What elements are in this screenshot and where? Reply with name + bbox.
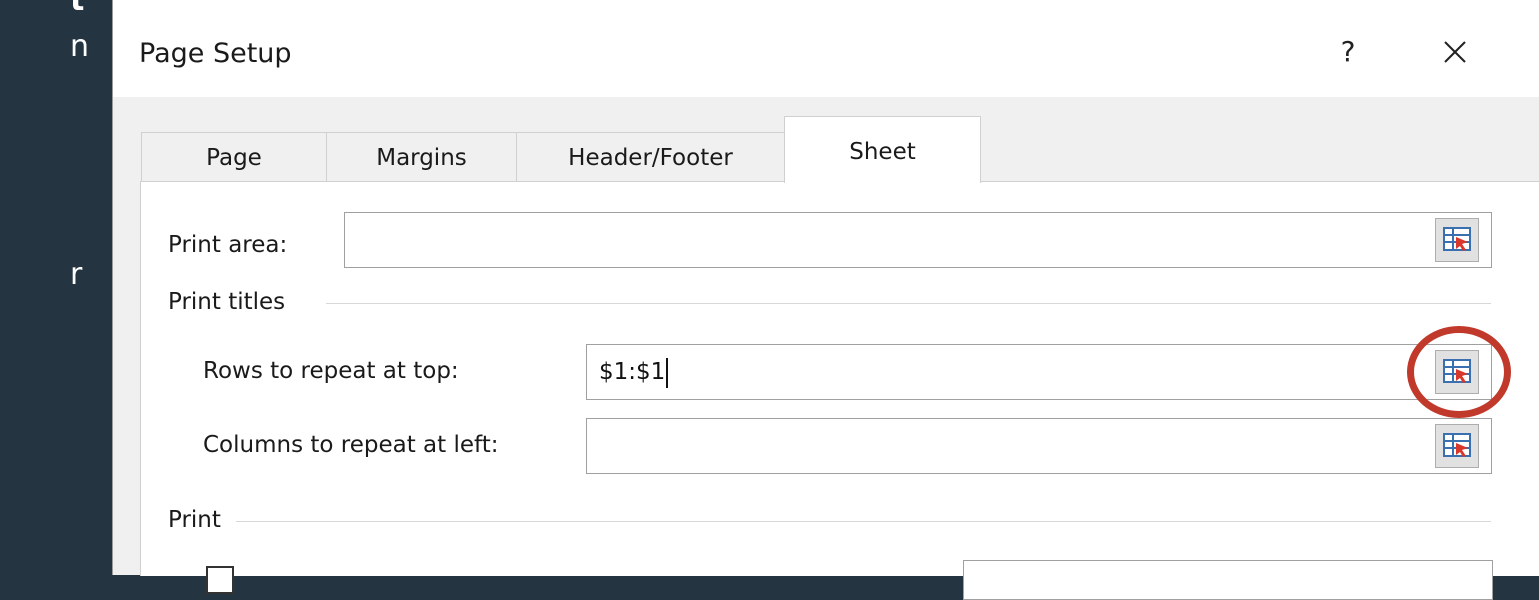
sheet-tab-panel: Print area: Print titles Rows to repeat … [140,181,1539,600]
page-setup-dialog: Page Setup ? Page Margins Header/Footer … [112,0,1539,600]
tab-sheet[interactable]: Sheet [784,116,981,183]
range-picker-icon [1443,433,1471,457]
close-icon[interactable] [1435,32,1475,72]
columns-to-repeat-collapse-button[interactable] [1435,424,1479,468]
rows-to-repeat-label: Rows to repeat at top: [203,358,459,384]
print-area-label: Print area: [168,232,288,258]
range-picker-icon [1443,227,1471,251]
slide-text-fragment: r [70,257,83,292]
slide-text-fragment: n [70,29,90,64]
dialog-titlebar: Page Setup ? [113,0,1539,97]
tab-header-footer[interactable]: Header/Footer [516,132,785,182]
print-divider [236,521,1491,522]
rows-to-repeat-value: $1:$1 [599,359,666,385]
print-titles-heading: Print titles [168,289,286,315]
dialog-title: Page Setup [139,38,292,69]
text-caret [666,357,669,388]
highlight-circle [1407,326,1511,418]
print-area-input[interactable] [344,212,1492,268]
gridlines-checkbox[interactable] [206,566,234,594]
print-quality-dropdown[interactable] [963,560,1493,600]
print-titles-divider [326,303,1491,304]
columns-to-repeat-input[interactable] [586,418,1492,474]
slide-text-fragment: t [70,0,85,18]
help-button[interactable]: ? [1333,34,1363,70]
print-area-collapse-button[interactable] [1435,218,1479,262]
tab-page[interactable]: Page [141,132,327,182]
print-heading: Print [168,507,221,533]
rows-to-repeat-input[interactable]: $1:$1 [586,344,1492,400]
tab-margins[interactable]: Margins [326,132,517,182]
columns-to-repeat-label: Columns to repeat at left: [203,432,499,458]
